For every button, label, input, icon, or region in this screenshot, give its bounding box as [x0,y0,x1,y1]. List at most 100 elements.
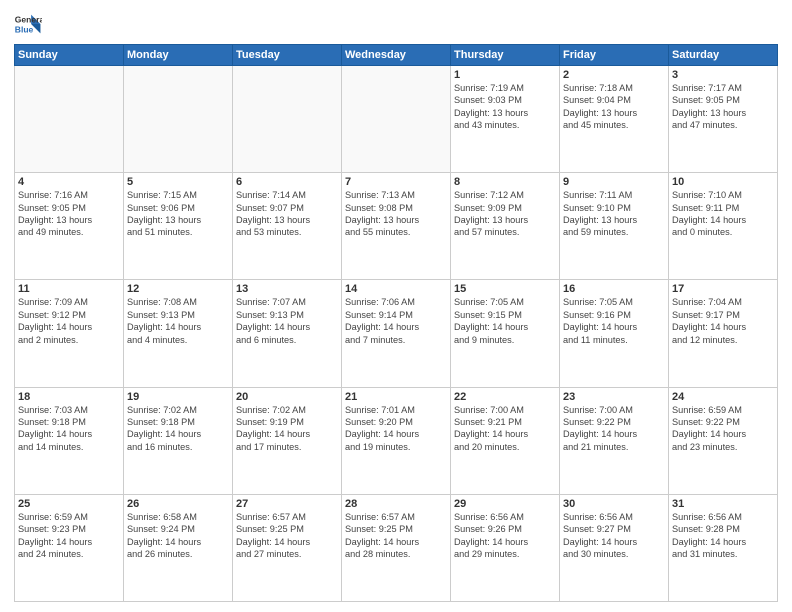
calendar-cell: 13Sunrise: 7:07 AMSunset: 9:13 PMDayligh… [233,280,342,387]
day-info: Sunrise: 7:16 AMSunset: 9:05 PMDaylight:… [18,189,120,239]
day-info: Sunrise: 6:56 AMSunset: 9:28 PMDaylight:… [672,511,774,561]
header: General Blue [14,10,778,38]
day-info: Sunrise: 7:06 AMSunset: 9:14 PMDaylight:… [345,296,447,346]
day-number: 26 [127,498,229,510]
day-number: 17 [672,283,774,295]
day-info: Sunrise: 7:05 AMSunset: 9:15 PMDaylight:… [454,296,556,346]
day-info: Sunrise: 6:59 AMSunset: 9:22 PMDaylight:… [672,404,774,454]
day-number: 18 [18,391,120,403]
weekday-header-monday: Monday [124,45,233,66]
day-info: Sunrise: 7:08 AMSunset: 9:13 PMDaylight:… [127,296,229,346]
day-number: 3 [672,69,774,81]
day-number: 30 [563,498,665,510]
calendar-cell: 11Sunrise: 7:09 AMSunset: 9:12 PMDayligh… [15,280,124,387]
weekday-header-friday: Friday [560,45,669,66]
weekday-header-tuesday: Tuesday [233,45,342,66]
day-info: Sunrise: 7:09 AMSunset: 9:12 PMDaylight:… [18,296,120,346]
day-number: 24 [672,391,774,403]
day-number: 21 [345,391,447,403]
calendar-cell: 16Sunrise: 7:05 AMSunset: 9:16 PMDayligh… [560,280,669,387]
day-number: 25 [18,498,120,510]
calendar-cell: 4Sunrise: 7:16 AMSunset: 9:05 PMDaylight… [15,173,124,280]
calendar-cell: 28Sunrise: 6:57 AMSunset: 9:25 PMDayligh… [342,494,451,601]
calendar-cell: 8Sunrise: 7:12 AMSunset: 9:09 PMDaylight… [451,173,560,280]
calendar-cell: 5Sunrise: 7:15 AMSunset: 9:06 PMDaylight… [124,173,233,280]
day-number: 12 [127,283,229,295]
day-number: 29 [454,498,556,510]
week-row-4: 25Sunrise: 6:59 AMSunset: 9:23 PMDayligh… [15,494,778,601]
page: General Blue SundayMondayTuesdayWednesda… [0,0,792,612]
week-row-0: 1Sunrise: 7:19 AMSunset: 9:03 PMDaylight… [15,66,778,173]
day-number: 5 [127,176,229,188]
day-info: Sunrise: 7:17 AMSunset: 9:05 PMDaylight:… [672,82,774,132]
day-info: Sunrise: 7:15 AMSunset: 9:06 PMDaylight:… [127,189,229,239]
day-info: Sunrise: 7:18 AMSunset: 9:04 PMDaylight:… [563,82,665,132]
day-info: Sunrise: 6:56 AMSunset: 9:26 PMDaylight:… [454,511,556,561]
calendar-cell: 30Sunrise: 6:56 AMSunset: 9:27 PMDayligh… [560,494,669,601]
day-info: Sunrise: 7:02 AMSunset: 9:18 PMDaylight:… [127,404,229,454]
calendar-table: SundayMondayTuesdayWednesdayThursdayFrid… [14,44,778,602]
day-info: Sunrise: 7:07 AMSunset: 9:13 PMDaylight:… [236,296,338,346]
day-info: Sunrise: 7:01 AMSunset: 9:20 PMDaylight:… [345,404,447,454]
calendar-cell: 7Sunrise: 7:13 AMSunset: 9:08 PMDaylight… [342,173,451,280]
day-number: 4 [18,176,120,188]
calendar-cell [342,66,451,173]
day-number: 1 [454,69,556,81]
day-number: 15 [454,283,556,295]
calendar-cell: 19Sunrise: 7:02 AMSunset: 9:18 PMDayligh… [124,387,233,494]
week-row-2: 11Sunrise: 7:09 AMSunset: 9:12 PMDayligh… [15,280,778,387]
calendar-cell: 23Sunrise: 7:00 AMSunset: 9:22 PMDayligh… [560,387,669,494]
day-number: 16 [563,283,665,295]
day-info: Sunrise: 7:03 AMSunset: 9:18 PMDaylight:… [18,404,120,454]
calendar-cell: 3Sunrise: 7:17 AMSunset: 9:05 PMDaylight… [669,66,778,173]
week-row-1: 4Sunrise: 7:16 AMSunset: 9:05 PMDaylight… [15,173,778,280]
day-info: Sunrise: 7:11 AMSunset: 9:10 PMDaylight:… [563,189,665,239]
weekday-header-wednesday: Wednesday [342,45,451,66]
calendar-cell: 26Sunrise: 6:58 AMSunset: 9:24 PMDayligh… [124,494,233,601]
weekday-header-sunday: Sunday [15,45,124,66]
day-number: 9 [563,176,665,188]
day-number: 2 [563,69,665,81]
day-info: Sunrise: 7:14 AMSunset: 9:07 PMDaylight:… [236,189,338,239]
calendar-cell [233,66,342,173]
day-number: 22 [454,391,556,403]
calendar-cell: 12Sunrise: 7:08 AMSunset: 9:13 PMDayligh… [124,280,233,387]
day-number: 10 [672,176,774,188]
calendar-cell: 27Sunrise: 6:57 AMSunset: 9:25 PMDayligh… [233,494,342,601]
day-info: Sunrise: 6:57 AMSunset: 9:25 PMDaylight:… [236,511,338,561]
calendar-cell: 29Sunrise: 6:56 AMSunset: 9:26 PMDayligh… [451,494,560,601]
calendar-cell: 10Sunrise: 7:10 AMSunset: 9:11 PMDayligh… [669,173,778,280]
day-info: Sunrise: 7:04 AMSunset: 9:17 PMDaylight:… [672,296,774,346]
week-row-3: 18Sunrise: 7:03 AMSunset: 9:18 PMDayligh… [15,387,778,494]
calendar-cell: 31Sunrise: 6:56 AMSunset: 9:28 PMDayligh… [669,494,778,601]
day-number: 31 [672,498,774,510]
day-number: 23 [563,391,665,403]
day-info: Sunrise: 6:56 AMSunset: 9:27 PMDaylight:… [563,511,665,561]
day-info: Sunrise: 7:10 AMSunset: 9:11 PMDaylight:… [672,189,774,239]
day-info: Sunrise: 6:59 AMSunset: 9:23 PMDaylight:… [18,511,120,561]
day-info: Sunrise: 7:05 AMSunset: 9:16 PMDaylight:… [563,296,665,346]
day-info: Sunrise: 7:13 AMSunset: 9:08 PMDaylight:… [345,189,447,239]
day-number: 7 [345,176,447,188]
day-info: Sunrise: 7:19 AMSunset: 9:03 PMDaylight:… [454,82,556,132]
day-number: 28 [345,498,447,510]
calendar-cell: 20Sunrise: 7:02 AMSunset: 9:19 PMDayligh… [233,387,342,494]
day-number: 27 [236,498,338,510]
weekday-header-saturday: Saturday [669,45,778,66]
day-number: 14 [345,283,447,295]
day-number: 6 [236,176,338,188]
calendar-cell: 15Sunrise: 7:05 AMSunset: 9:15 PMDayligh… [451,280,560,387]
svg-text:General: General [15,14,42,24]
calendar-cell: 2Sunrise: 7:18 AMSunset: 9:04 PMDaylight… [560,66,669,173]
calendar-cell [15,66,124,173]
svg-text:Blue: Blue [15,25,34,35]
calendar-cell: 24Sunrise: 6:59 AMSunset: 9:22 PMDayligh… [669,387,778,494]
calendar-cell: 18Sunrise: 7:03 AMSunset: 9:18 PMDayligh… [15,387,124,494]
day-number: 13 [236,283,338,295]
calendar-cell: 17Sunrise: 7:04 AMSunset: 9:17 PMDayligh… [669,280,778,387]
calendar-cell: 9Sunrise: 7:11 AMSunset: 9:10 PMDaylight… [560,173,669,280]
day-info: Sunrise: 7:12 AMSunset: 9:09 PMDaylight:… [454,189,556,239]
day-number: 20 [236,391,338,403]
day-number: 19 [127,391,229,403]
calendar-cell: 14Sunrise: 7:06 AMSunset: 9:14 PMDayligh… [342,280,451,387]
